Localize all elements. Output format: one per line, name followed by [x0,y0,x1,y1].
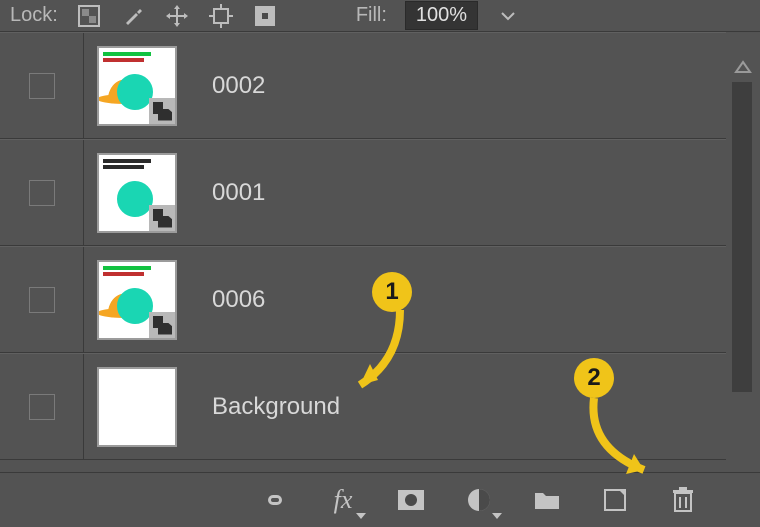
smart-object-badge-icon [149,98,175,124]
link-layers-icon[interactable] [258,483,292,517]
layer-name[interactable]: 0006 [190,286,726,314]
thumbnail-cell[interactable] [84,247,190,352]
layer-name[interactable]: 0001 [190,179,726,207]
trash-icon[interactable] [666,483,700,517]
thumbnail-cell[interactable] [84,33,190,138]
visibility-cell[interactable] [0,33,84,138]
lock-artboard-icon[interactable] [208,3,234,29]
layer-name[interactable]: 0002 [190,72,726,100]
thumbnail-cell[interactable] [84,140,190,245]
annotation-arrow-2 [576,388,676,488]
new-layer-icon[interactable] [598,483,632,517]
lock-label: Lock: [10,4,58,27]
layer-fx-icon[interactable]: fx [326,483,360,517]
visibility-checkbox-icon[interactable] [29,394,55,420]
annotation-badge-1: 1 [372,272,412,312]
visibility-cell[interactable] [0,140,84,245]
annotation-badge-2: 2 [574,358,614,398]
scroll-track[interactable] [732,82,752,392]
layer-thumbnail [97,153,177,233]
smart-object-badge-icon [149,312,175,338]
lock-brush-icon[interactable] [120,3,146,29]
adjustment-layer-icon[interactable] [462,483,496,517]
layer-thumbnail [97,260,177,340]
group-icon[interactable] [530,483,564,517]
visibility-cell[interactable] [0,354,84,459]
scrollbar[interactable] [726,32,760,462]
visibility-checkbox-icon[interactable] [29,287,55,313]
layer-row[interactable]: 0001 [0,139,726,246]
lock-toolbar: Lock: Fill: 100% [0,0,760,32]
fill-label: Fill: [356,4,387,27]
lock-all-icon[interactable] [252,3,278,29]
layer-mask-icon[interactable] [394,483,428,517]
smart-object-badge-icon [149,205,175,231]
fill-dropdown-chevron-icon[interactable] [496,4,520,28]
fx-text: fx [334,485,353,515]
thumbnail-cell[interactable] [84,354,190,459]
layer-thumbnail [97,46,177,126]
visibility-checkbox-icon[interactable] [29,180,55,206]
scroll-up-icon[interactable] [734,60,752,79]
lock-transparent-icon[interactable] [76,3,102,29]
annotation-arrow-1 [340,300,420,400]
lock-move-icon[interactable] [164,3,190,29]
fill-value-input[interactable]: 100% [405,1,478,30]
layer-thumbnail [97,367,177,447]
layer-row[interactable]: 0002 [0,32,726,139]
visibility-checkbox-icon[interactable] [29,73,55,99]
visibility-cell[interactable] [0,247,84,352]
